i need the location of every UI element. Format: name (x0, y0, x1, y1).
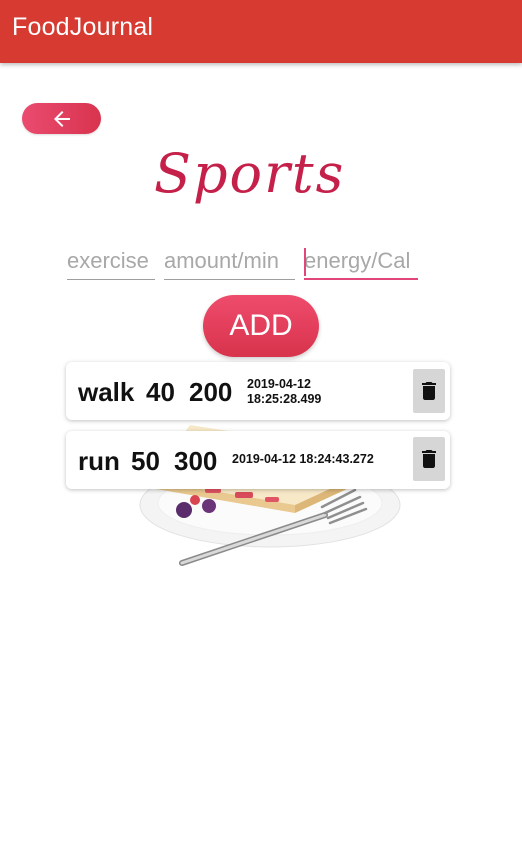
delete-button[interactable] (413, 369, 445, 413)
energy-input[interactable]: energy/Cal (304, 246, 418, 280)
entry-datetime: 2019-04-12 18:24:43.272 (232, 452, 374, 466)
entry-exercise: run (78, 446, 120, 476)
trash-icon (422, 382, 436, 400)
page-title: Sports (154, 142, 346, 205)
entry-card: walk 40 200 2019-04-12 18:25:28.499 (66, 362, 450, 420)
entry-date: 2019-04-12 (247, 377, 311, 391)
text-caret (304, 248, 306, 276)
entry-energy: 300 (174, 446, 218, 476)
delete-button[interactable] (413, 437, 445, 481)
app-bar: FoodJournal (0, 0, 522, 63)
entry-amount: 50 (131, 446, 160, 476)
entry-exercise: walk (78, 377, 135, 407)
entry-time: 18:25:28.499 (247, 392, 322, 406)
energy-placeholder: energy/Cal (304, 248, 411, 273)
arrow-left-icon (53, 110, 70, 127)
app-title: FoodJournal (12, 13, 154, 41)
exercise-placeholder: exercise (67, 248, 149, 273)
back-button[interactable] (22, 103, 101, 134)
exercise-input[interactable]: exercise (67, 246, 155, 280)
entry-energy: 200 (189, 377, 233, 407)
entry-card: run 50 300 2019-04-12 18:24:43.272 (66, 431, 450, 489)
trash-icon (422, 450, 436, 468)
amount-input[interactable]: amount/min (164, 246, 295, 280)
amount-placeholder: amount/min (164, 248, 279, 273)
entry-amount: 40 (146, 377, 175, 407)
add-button[interactable]: ADD (203, 295, 319, 357)
